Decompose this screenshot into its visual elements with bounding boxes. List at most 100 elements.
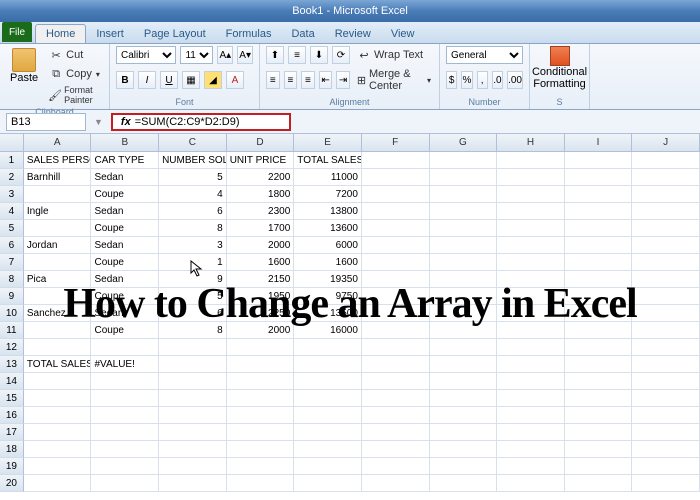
cell[interactable]	[632, 356, 700, 373]
cell[interactable]	[362, 237, 430, 254]
cell[interactable]	[632, 152, 700, 169]
decrease-indent-button[interactable]: ⇤	[319, 71, 333, 89]
cell[interactable]	[294, 373, 362, 390]
cell[interactable]	[632, 271, 700, 288]
row-header[interactable]: 5	[0, 220, 24, 237]
cell[interactable]: 6000	[294, 237, 362, 254]
cell[interactable]: Sedan	[91, 169, 159, 186]
cell[interactable]	[362, 390, 430, 407]
cell[interactable]: Sanchez	[24, 305, 92, 322]
cell[interactable]	[565, 220, 633, 237]
cell[interactable]	[294, 356, 362, 373]
cell[interactable]	[159, 373, 227, 390]
cell[interactable]	[24, 373, 92, 390]
row-header[interactable]: 1	[0, 152, 24, 169]
cell[interactable]	[24, 424, 92, 441]
cell[interactable]	[159, 407, 227, 424]
cell[interactable]	[24, 390, 92, 407]
cell[interactable]	[91, 475, 159, 492]
cell[interactable]	[294, 424, 362, 441]
cell[interactable]: TOTAL SALES	[294, 152, 362, 169]
cell[interactable]	[632, 475, 700, 492]
fill-color-button[interactable]: ◢	[204, 71, 222, 89]
cell[interactable]	[632, 339, 700, 356]
cell[interactable]	[497, 322, 565, 339]
cell[interactable]	[497, 441, 565, 458]
cell[interactable]	[24, 475, 92, 492]
cell[interactable]	[430, 424, 498, 441]
cell[interactable]: 19350	[294, 271, 362, 288]
cell[interactable]	[294, 441, 362, 458]
cell[interactable]	[430, 390, 498, 407]
orientation-button[interactable]: ⟳	[332, 46, 350, 64]
cell[interactable]	[430, 220, 498, 237]
cell[interactable]	[632, 237, 700, 254]
col-header[interactable]: D	[227, 134, 295, 151]
cell[interactable]	[227, 407, 295, 424]
cell[interactable]	[362, 152, 430, 169]
row-header[interactable]: 14	[0, 373, 24, 390]
cell[interactable]	[565, 288, 633, 305]
cell[interactable]	[497, 407, 565, 424]
cell[interactable]: 2000	[227, 322, 295, 339]
cell[interactable]	[497, 203, 565, 220]
cell[interactable]	[632, 424, 700, 441]
cell[interactable]	[362, 475, 430, 492]
cell[interactable]	[227, 441, 295, 458]
cell[interactable]	[565, 407, 633, 424]
align-left-button[interactable]: ≡	[266, 71, 280, 89]
cell[interactable]	[565, 152, 633, 169]
cell[interactable]: Sedan	[91, 237, 159, 254]
cell[interactable]: 6	[159, 305, 227, 322]
cell[interactable]	[632, 220, 700, 237]
cell[interactable]	[632, 407, 700, 424]
cell[interactable]	[24, 254, 92, 271]
cell[interactable]	[497, 458, 565, 475]
cell[interactable]: 1600	[227, 254, 295, 271]
cell[interactable]	[24, 220, 92, 237]
cell[interactable]	[497, 271, 565, 288]
row-header[interactable]: 13	[0, 356, 24, 373]
cell[interactable]	[632, 254, 700, 271]
cell[interactable]: 1600	[294, 254, 362, 271]
cell[interactable]	[565, 475, 633, 492]
cell[interactable]	[362, 441, 430, 458]
increase-indent-button[interactable]: ⇥	[336, 71, 350, 89]
cell[interactable]	[159, 475, 227, 492]
cell[interactable]	[294, 407, 362, 424]
cell[interactable]	[159, 339, 227, 356]
cell[interactable]	[565, 373, 633, 390]
cell[interactable]: 1950	[227, 288, 295, 305]
cell[interactable]	[565, 271, 633, 288]
formula-input[interactable]	[135, 116, 285, 128]
cell[interactable]: SALES PERSON	[24, 152, 92, 169]
cell[interactable]: 3	[159, 237, 227, 254]
tab-page-layout[interactable]: Page Layout	[134, 25, 216, 43]
cell[interactable]	[227, 339, 295, 356]
cell[interactable]: 5	[159, 169, 227, 186]
cell[interactable]	[565, 203, 633, 220]
cell[interactable]: Coupe	[91, 288, 159, 305]
cell[interactable]	[362, 220, 430, 237]
font-color-button[interactable]: A	[226, 71, 244, 89]
cell[interactable]	[497, 152, 565, 169]
row-header[interactable]: 15	[0, 390, 24, 407]
cell[interactable]	[362, 356, 430, 373]
conditional-formatting-button[interactable]: Conditional Formatting	[536, 46, 583, 90]
cell[interactable]: 9750	[294, 288, 362, 305]
name-box-dropdown-icon[interactable]: ▼	[94, 117, 103, 127]
cell[interactable]: NUMBER SOLD	[159, 152, 227, 169]
cell[interactable]	[565, 390, 633, 407]
row-header[interactable]: 18	[0, 441, 24, 458]
cell[interactable]	[430, 356, 498, 373]
cell[interactable]	[91, 441, 159, 458]
cell[interactable]	[497, 424, 565, 441]
col-header[interactable]: E	[294, 134, 362, 151]
cell[interactable]	[91, 424, 159, 441]
col-header[interactable]: G	[430, 134, 498, 151]
cell[interactable]	[430, 152, 498, 169]
row-header[interactable]: 17	[0, 424, 24, 441]
tab-insert[interactable]: Insert	[86, 25, 134, 43]
cell[interactable]	[565, 458, 633, 475]
underline-button[interactable]: U	[160, 71, 178, 89]
